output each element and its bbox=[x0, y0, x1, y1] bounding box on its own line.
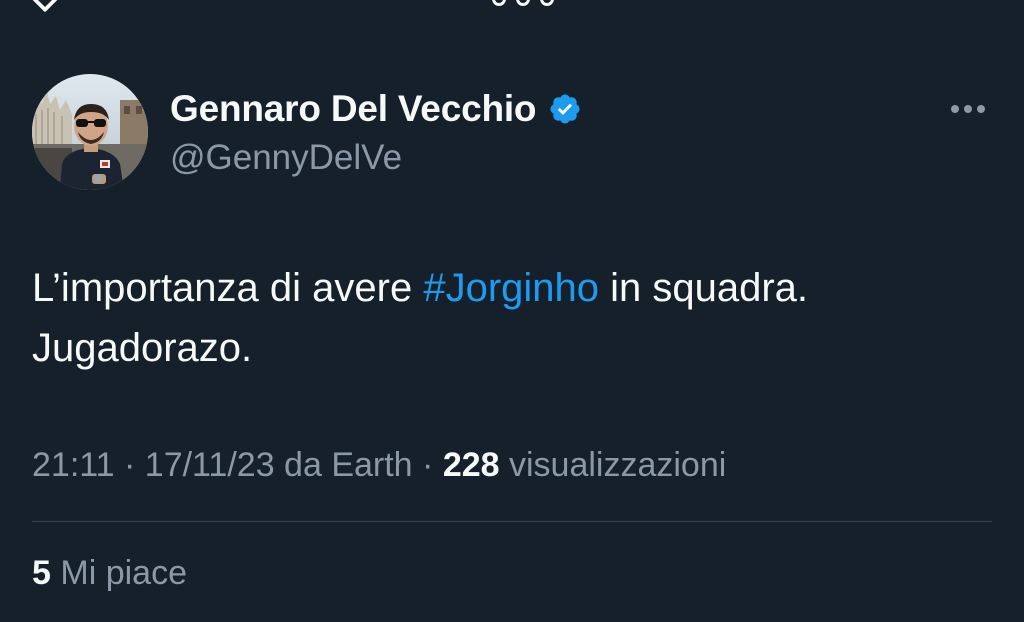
tweet-text: L’importanza di avere #Jorginho in squad… bbox=[32, 258, 992, 378]
likes-summary[interactable]: 5 Mi piace bbox=[32, 554, 187, 593]
views-label[interactable]: visualizzazioni bbox=[500, 446, 726, 484]
tweet-meta: 21:11 · 17/11/23 da Earth · 228 visualiz… bbox=[32, 446, 726, 485]
tweet-time[interactable]: 21:11 bbox=[32, 446, 115, 484]
more-horizontal-icon bbox=[964, 105, 972, 113]
views-count[interactable]: 228 bbox=[443, 446, 500, 484]
verified-badge-icon bbox=[550, 94, 580, 124]
separator: · bbox=[114, 446, 145, 484]
divider bbox=[32, 521, 992, 522]
author-display-name[interactable]: Gennaro Del Vecchio bbox=[170, 88, 537, 130]
more-horizontal-icon bbox=[977, 105, 985, 113]
tweet-text-line: Jugadorazo. bbox=[32, 326, 253, 370]
hashtag-link[interactable]: #Jorginho bbox=[423, 266, 599, 310]
tweet-source: da Earth bbox=[274, 446, 413, 484]
dot bbox=[540, 0, 554, 6]
tweet-screen: Gennaro Del Vecchio @GennyDelVe L’import… bbox=[0, 0, 1024, 622]
avatar[interactable] bbox=[32, 74, 148, 190]
author-name-row[interactable]: Gennaro Del Vecchio bbox=[170, 88, 582, 130]
more-options-button[interactable] bbox=[944, 96, 992, 122]
tweet-date[interactable]: 17/11/23 bbox=[145, 446, 275, 484]
dot bbox=[516, 0, 530, 6]
tweet-text-part: in squadra. bbox=[599, 266, 809, 310]
tweet-text-part: L’importanza di avere bbox=[32, 266, 424, 310]
likes-count[interactable]: 5 bbox=[32, 554, 51, 592]
likes-label[interactable]: Mi piace bbox=[51, 554, 187, 592]
more-circles-icon[interactable] bbox=[492, 0, 554, 6]
back-arrow-icon[interactable] bbox=[29, 0, 61, 13]
dot bbox=[492, 0, 506, 6]
profile-photo-icon bbox=[32, 74, 148, 190]
author-handle[interactable]: @GennyDelVe bbox=[170, 138, 402, 178]
separator: · bbox=[412, 446, 443, 484]
more-horizontal-icon bbox=[951, 105, 959, 113]
